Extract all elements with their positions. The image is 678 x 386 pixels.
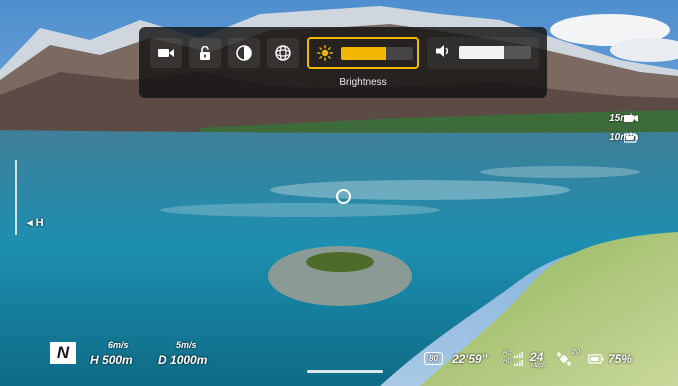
contrast-icon bbox=[236, 45, 252, 61]
bitrate-value: 24 bbox=[530, 350, 544, 364]
distance-readout: D 1000m bbox=[158, 353, 207, 367]
altitude-scale bbox=[15, 160, 17, 235]
distance-value: 1000m bbox=[170, 353, 208, 367]
gimbal-sphere-icon bbox=[275, 45, 291, 61]
video-flight-icon bbox=[624, 115, 638, 122]
battery-box: 80 bbox=[424, 352, 443, 365]
brightness-caption: Brightness bbox=[339, 77, 387, 88]
satellite-count: 20 bbox=[572, 349, 580, 356]
gimbal-button[interactable] bbox=[267, 38, 299, 68]
compass-indicator: N bbox=[50, 342, 76, 364]
lock-toggle-button[interactable] bbox=[189, 38, 221, 68]
signal-bars-icon bbox=[514, 352, 523, 366]
camera-view: Brightness 15min 10min ◂ H N 6m/s 5m/s H… bbox=[0, 0, 678, 386]
horizontal-speed: 5m/s bbox=[176, 340, 197, 350]
distance-label: D bbox=[158, 353, 167, 367]
battery-flight-icon bbox=[624, 133, 638, 143]
record-mode-button[interactable] bbox=[150, 38, 182, 68]
battery-percent: 75% bbox=[608, 352, 633, 366]
speaker-icon bbox=[436, 45, 448, 57]
volume-slider[interactable] bbox=[427, 37, 539, 69]
volume-track[interactable] bbox=[459, 46, 531, 59]
vertical-speed: 6m/s bbox=[108, 340, 129, 350]
altitude-label: H bbox=[35, 217, 44, 229]
settings-panel: Brightness bbox=[139, 27, 547, 98]
satellite-icon bbox=[557, 352, 571, 366]
volume-fill bbox=[459, 46, 504, 59]
brightness-slider[interactable] bbox=[307, 37, 419, 69]
height-readout: H 500m bbox=[90, 353, 133, 367]
rc-signal-label: RC bbox=[503, 351, 512, 357]
brightness-track[interactable] bbox=[341, 47, 413, 60]
hd-signal-label: HD bbox=[503, 359, 512, 365]
unlock-icon bbox=[200, 46, 210, 60]
home-indicator[interactable] bbox=[307, 370, 383, 373]
bitrate-unit: Mbps bbox=[531, 363, 546, 369]
altitude-marker: ◂ H bbox=[27, 217, 44, 229]
brightness-fill bbox=[341, 47, 386, 60]
height-label: H bbox=[90, 353, 99, 367]
sun-icon bbox=[317, 45, 333, 61]
video-camera-icon bbox=[158, 49, 174, 57]
contrast-button[interactable] bbox=[228, 38, 260, 68]
drone-battery-icon bbox=[588, 354, 604, 364]
focus-reticle[interactable] bbox=[336, 189, 351, 204]
height-value: 500m bbox=[102, 353, 133, 367]
flight-time: 22'59'' bbox=[452, 352, 488, 366]
